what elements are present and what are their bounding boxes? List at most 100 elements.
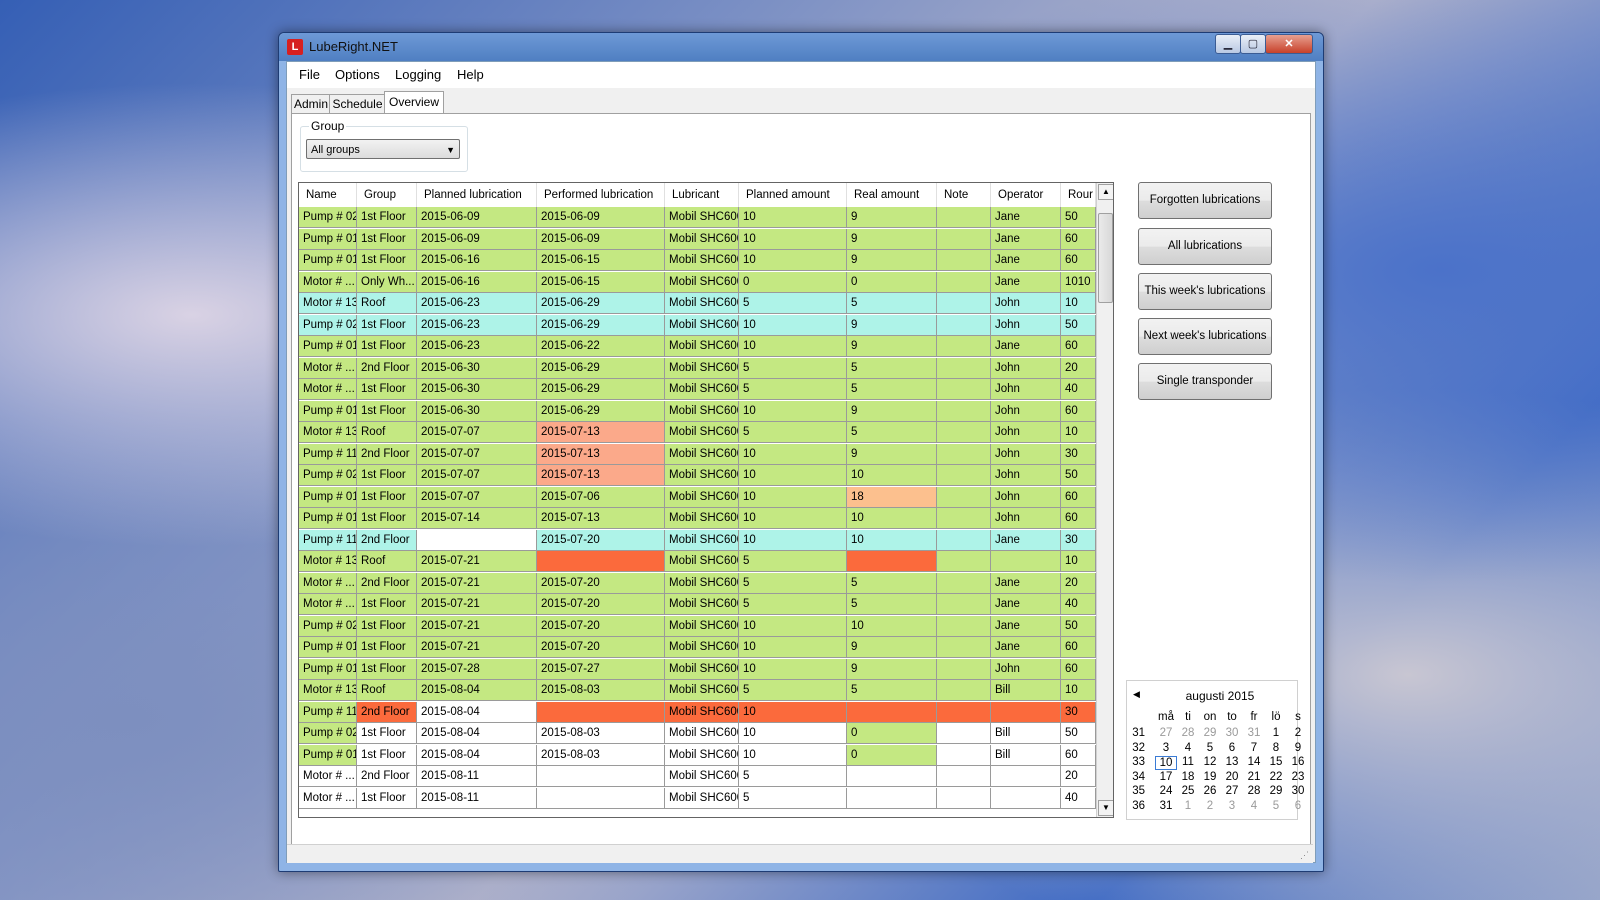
table-cell[interactable]: Mobil SHC600	[665, 250, 739, 271]
table-cell[interactable]: 2015-06-22	[537, 336, 665, 357]
table-cell[interactable]	[537, 551, 665, 572]
table-cell[interactable]: Pump # 11	[299, 701, 357, 723]
table-cell[interactable]: 2015-06-09	[537, 207, 665, 228]
table-cell[interactable]: 9	[847, 400, 937, 422]
table-row[interactable]: Motor # ... 1st Floor 2015-08-11 Mobil SHC6…	[299, 787, 1096, 810]
table-cell[interactable]: 10	[739, 529, 847, 551]
calendar-day[interactable]: 31	[1155, 800, 1177, 812]
table-cell[interactable]: Jane	[991, 637, 1061, 658]
table-cell[interactable]: 2015-07-07	[417, 486, 537, 508]
table-cell[interactable]: 5	[847, 594, 937, 615]
calendar-day[interactable]: 4	[1177, 742, 1199, 754]
table-cell[interactable]	[847, 766, 937, 787]
table-cell[interactable]: 2015-06-29	[537, 314, 665, 336]
table-cell[interactable]: Pump # 01	[299, 336, 357, 357]
table-cell[interactable]	[937, 701, 991, 723]
calendar-day[interactable]: 5	[1265, 800, 1287, 812]
table-cell[interactable]: John	[991, 508, 1061, 529]
table-cell[interactable]: Mobil SHC600	[665, 551, 739, 572]
single-transponder-button[interactable]: Single transponder	[1138, 363, 1272, 400]
table-cell[interactable]: 2015-07-27	[537, 658, 665, 680]
table-cell[interactable]	[937, 615, 991, 637]
table-cell[interactable]: 5	[847, 422, 937, 443]
table-cell[interactable]: 2015-06-29	[537, 357, 665, 379]
table-cell[interactable]: Motor # ...	[299, 572, 357, 594]
table-cell[interactable]: 9	[847, 443, 937, 465]
table-cell[interactable]	[937, 465, 991, 486]
column-header[interactable]: Real amount	[847, 183, 937, 207]
table-cell[interactable]: Pump # 01	[299, 637, 357, 658]
table-cell[interactable]: 5	[847, 293, 937, 314]
table-cell[interactable]: 2015-07-21	[417, 594, 537, 615]
calendar-day[interactable]: 16	[1287, 756, 1309, 768]
table-cell[interactable]: 2015-07-21	[417, 572, 537, 594]
table-cell[interactable]: 10	[739, 615, 847, 637]
calendar-day[interactable]: 19	[1199, 771, 1221, 783]
table-cell[interactable]: Mobil SHC600	[665, 701, 739, 723]
table-cell[interactable]	[937, 680, 991, 701]
table-row[interactable]: Pump # 01 1st Floor 2015-07-21 2015-07-20 Mo…	[299, 637, 1096, 659]
table-cell[interactable]: 10	[739, 465, 847, 486]
column-header[interactable]: Operator	[991, 183, 1061, 207]
table-cell[interactable]: 5	[739, 572, 847, 594]
table-cell[interactable]: 10	[739, 250, 847, 271]
table-cell[interactable]	[537, 701, 665, 723]
table-cell[interactable]: Motor # 13	[299, 551, 357, 572]
table-cell[interactable]: 2015-07-13	[537, 422, 665, 443]
table-cell[interactable]: Pump # 02	[299, 465, 357, 486]
table-cell[interactable]: 2nd Floor	[357, 572, 417, 594]
this-weeks-lubrications-button[interactable]: This week's lubrications	[1138, 273, 1272, 310]
table-cell[interactable]: John	[991, 400, 1061, 422]
table-cell[interactable]: 5	[847, 680, 937, 701]
table-cell[interactable]: 0	[847, 271, 937, 293]
table-cell[interactable]: 60	[1061, 486, 1096, 508]
close-button[interactable]: ✕	[1265, 34, 1313, 54]
table-cell[interactable]	[937, 379, 991, 400]
table-cell[interactable]: Pump # 01	[299, 658, 357, 680]
table-cell[interactable]: 1st Floor	[357, 787, 417, 809]
table-cell[interactable]: 5	[739, 680, 847, 701]
table-cell[interactable]: John	[991, 443, 1061, 465]
table-cell[interactable]: 1st Floor	[357, 486, 417, 508]
calendar-day[interactable]: 3	[1155, 742, 1177, 754]
table-cell[interactable]: 2015-07-13	[537, 443, 665, 465]
calendar-day[interactable]: 10	[1155, 756, 1177, 771]
table-cell[interactable]: 40	[1061, 787, 1096, 809]
column-header[interactable]: Planned amount	[739, 183, 847, 207]
table-cell[interactable]	[847, 787, 937, 809]
table-cell[interactable]: 2nd Floor	[357, 766, 417, 787]
table-cell[interactable]: 10	[739, 207, 847, 228]
group-select[interactable]: All groups ▼	[306, 139, 460, 159]
table-cell[interactable]: Mobil SHC600	[665, 336, 739, 357]
table-cell[interactable]: 2015-07-06	[537, 486, 665, 508]
table-row[interactable]: Pump # 02 1st Floor 2015-06-09 2015-06-09 Mo…	[299, 207, 1096, 229]
table-cell[interactable]: 20	[1061, 572, 1096, 594]
table-cell[interactable]: 10	[739, 336, 847, 357]
table-cell[interactable]	[937, 787, 991, 809]
calendar-day[interactable]: 6	[1287, 800, 1309, 812]
table-cell[interactable]	[537, 787, 665, 809]
table-cell[interactable]: 10	[739, 486, 847, 508]
table-cell[interactable]: 2015-06-09	[417, 207, 537, 228]
table-cell[interactable]	[937, 723, 991, 744]
table-cell[interactable]	[937, 400, 991, 422]
table-cell[interactable]: Mobil SHC600	[665, 379, 739, 400]
table-cell[interactable]: 10	[739, 744, 847, 766]
table-cell[interactable]: Roof	[357, 680, 417, 701]
scroll-up-button[interactable]: ▲	[1098, 184, 1113, 200]
table-cell[interactable]: 2015-07-21	[417, 551, 537, 572]
table-cell[interactable]: Pump # 02	[299, 207, 357, 228]
calendar-day[interactable]: 24	[1155, 785, 1177, 797]
table-cell[interactable]: Pump # 02	[299, 615, 357, 637]
table-cell[interactable]: 10	[847, 465, 937, 486]
table-cell[interactable]: Bill	[991, 744, 1061, 766]
table-row[interactable]: Pump # 01 1st Floor 2015-06-16 2015-06-15 Mo…	[299, 250, 1096, 272]
table-cell[interactable]: 9	[847, 207, 937, 228]
calendar-day[interactable]: 29	[1265, 785, 1287, 797]
table-cell[interactable]	[937, 486, 991, 508]
table-row[interactable]: Pump # 01 1st Floor 2015-06-09 2015-06-09 Mo…	[299, 228, 1096, 251]
calendar-day[interactable]: 8	[1265, 742, 1287, 754]
calendar-day[interactable]: 13	[1221, 756, 1243, 768]
calendar-day[interactable]: 31	[1243, 727, 1265, 739]
table-cell[interactable]: 10	[847, 508, 937, 529]
